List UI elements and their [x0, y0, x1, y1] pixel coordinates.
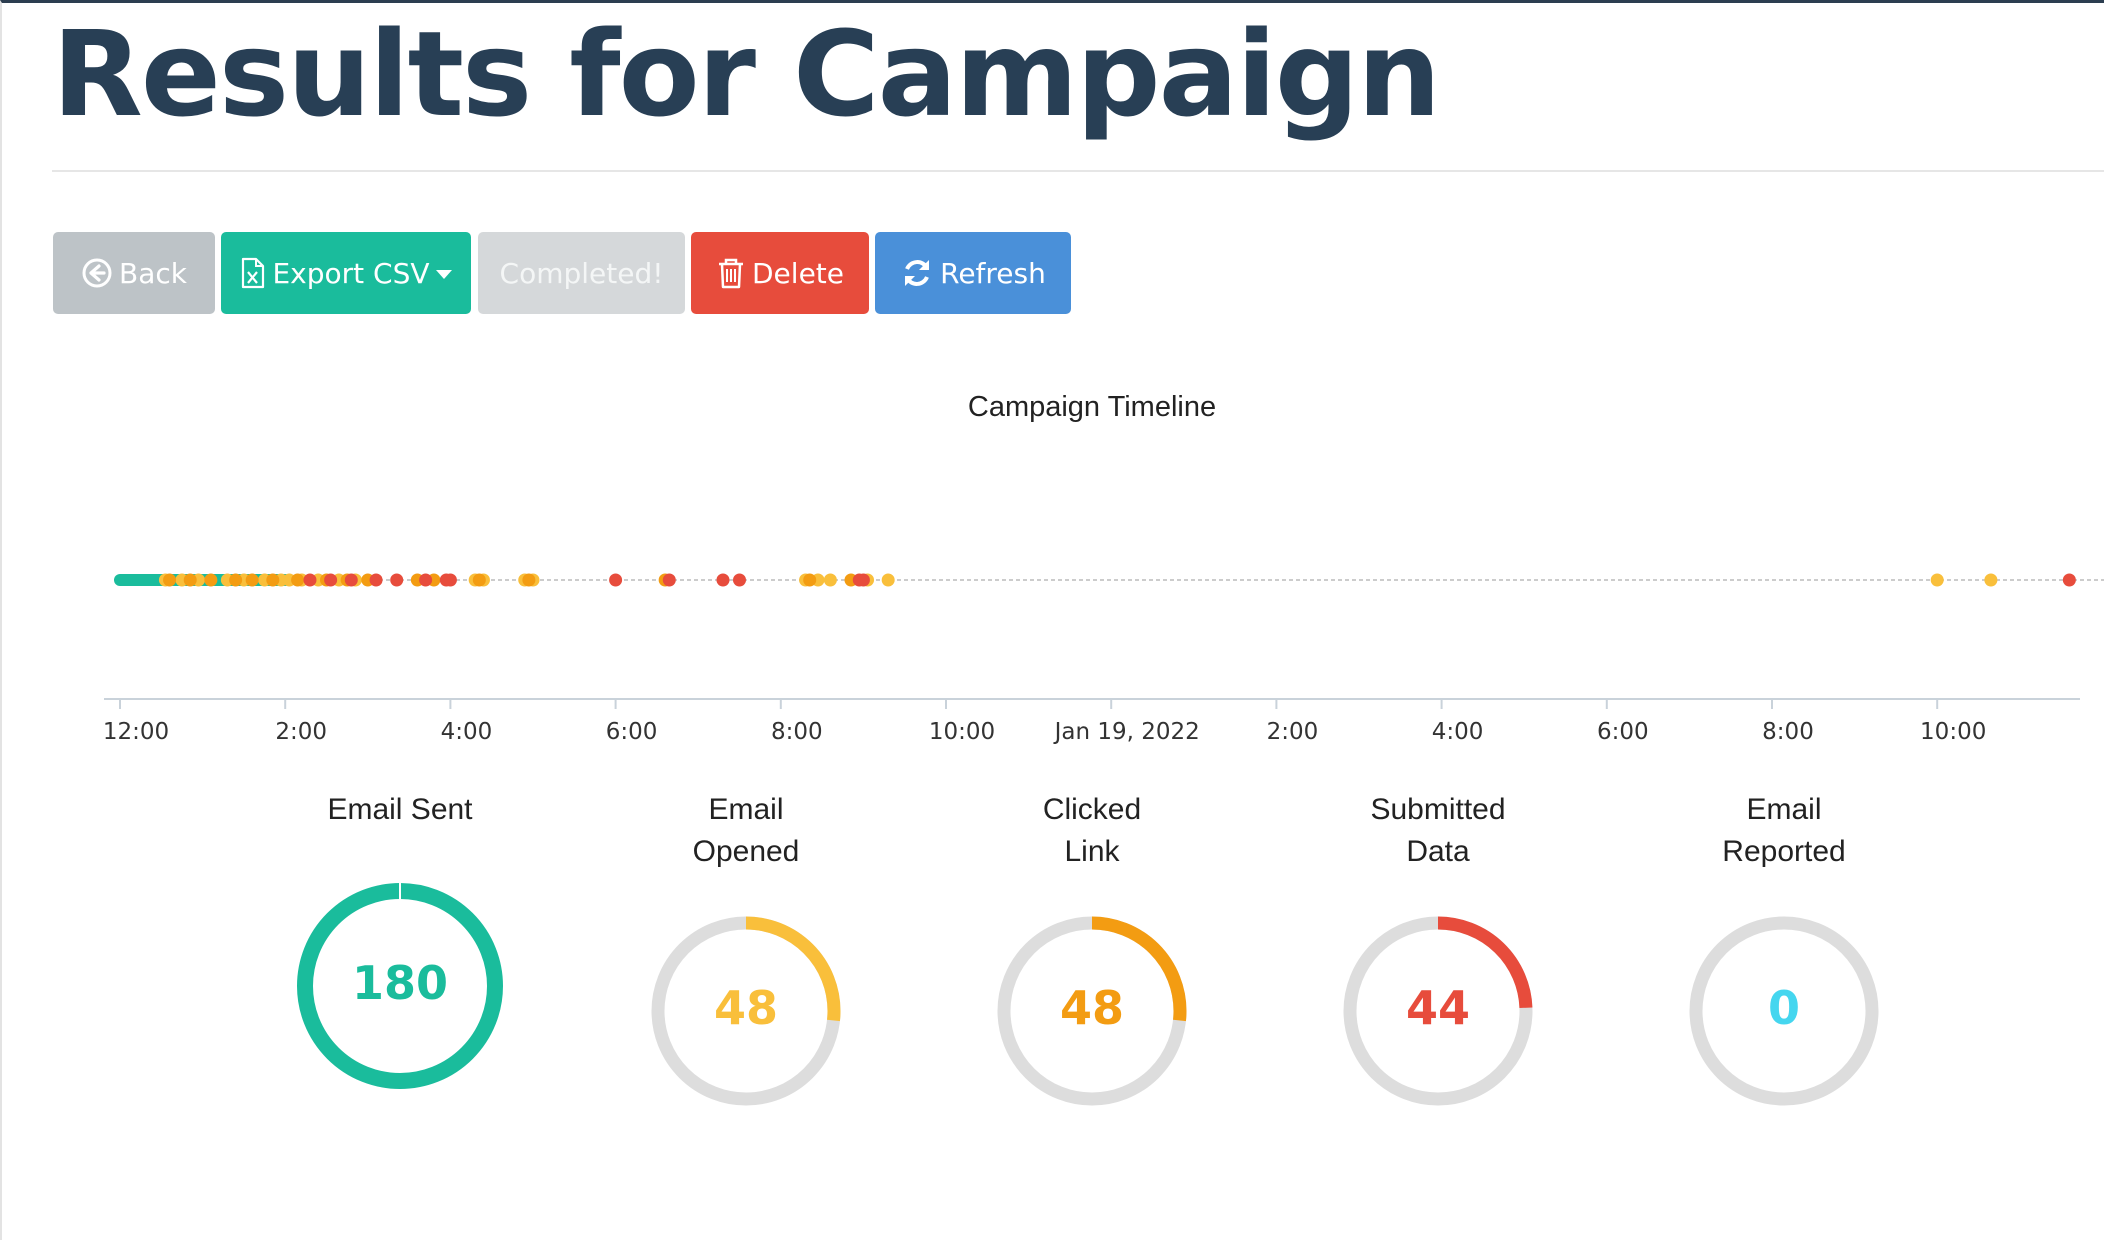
- x-tick-label: 10:00: [929, 719, 995, 745]
- stat-label: Email Reported: [1722, 793, 1846, 868]
- timeline-point-opened: [823, 573, 837, 587]
- stat-label: Submitted Data: [1370, 793, 1506, 868]
- timeline-point-submitted: [662, 573, 676, 587]
- campaign-timeline-chart: 12:00 2:00 4:00 6:00 8:00 10:00 Jan 19, 2022 2:…: [103, 573, 2104, 745]
- timeline-point-opened: [1984, 573, 1998, 587]
- timeline-point-clicked: [472, 573, 486, 587]
- stat-reported: Email Reported 0: [1634, 789, 1934, 1133]
- timeline-point-submitted: [369, 573, 383, 587]
- timeline-point-clicked: [229, 573, 243, 587]
- x-tick-label: 6:00: [1597, 719, 1649, 745]
- stat-value: 44: [1405, 981, 1470, 1035]
- timeline-point-submitted: [324, 573, 338, 587]
- timeline-point-submitted: [2062, 573, 2076, 587]
- x-tick-label: Jan 19, 2022: [1053, 719, 1200, 745]
- timeline-point-submitted: [419, 573, 433, 587]
- timeline-point-opened: [881, 573, 895, 587]
- timeline-point-submitted: [390, 573, 404, 587]
- stat-label: Email Opened: [692, 793, 800, 868]
- x-tick-label: 8:00: [771, 719, 823, 745]
- x-tick-label: 4:00: [1432, 719, 1484, 745]
- timeline-point-submitted: [443, 573, 457, 587]
- timeline-point-clicked: [163, 573, 177, 587]
- timeline-point-submitted: [733, 573, 746, 587]
- timeline-point-submitted: [609, 573, 623, 587]
- timeline-point-clicked: [266, 573, 280, 587]
- timeline-point-clicked: [803, 573, 817, 587]
- stat-sent: Email Sent 180: [250, 789, 550, 1133]
- timeline-point-submitted: [716, 573, 730, 587]
- stat-label: Email Sent: [327, 793, 473, 826]
- x-tick-label: 10:00: [1920, 719, 1986, 745]
- stat-label: Clicked Link: [1042, 793, 1142, 868]
- stat-clicked: Clicked Link 48: [942, 789, 1242, 1133]
- timeline-point-clicked: [522, 573, 536, 587]
- stat-donut: 48: [942, 873, 1242, 1133]
- timeline-point-clicked: [245, 573, 259, 587]
- timeline-point-clicked: [291, 573, 305, 587]
- x-tick-label: 12:00: [103, 719, 169, 745]
- stat-value: 180: [351, 956, 449, 1010]
- stat-submitted: Submitted Data 44: [1288, 789, 1588, 1133]
- stat-value: 48: [1059, 981, 1124, 1035]
- timeline-point-submitted: [856, 573, 870, 587]
- x-tick-label: 2:00: [1267, 719, 1319, 745]
- timeline-point-clicked: [183, 573, 197, 587]
- timeline-point-submitted: [303, 573, 317, 587]
- timeline-point-opened: [1930, 573, 1944, 587]
- stat-value: 48: [713, 981, 778, 1035]
- stat-donut: 0: [1634, 873, 1934, 1133]
- stat-donut: 44: [1288, 873, 1588, 1133]
- x-tick-label: 2:00: [275, 719, 327, 745]
- stat-value: 0: [1767, 981, 1800, 1035]
- timeline-point-clicked: [204, 573, 218, 587]
- x-tick-label: 4:00: [441, 719, 493, 745]
- stat-donut: 48: [596, 873, 896, 1133]
- page: Results for Campaign Back Export CSV Com…: [0, 0, 2104, 1240]
- timeline-point-submitted: [344, 573, 358, 587]
- stat-donut: 180: [250, 873, 550, 1133]
- stat-opened: Email Opened 48: [596, 789, 896, 1133]
- x-tick-label: 6:00: [606, 719, 658, 745]
- x-tick-label: 8:00: [1762, 719, 1814, 745]
